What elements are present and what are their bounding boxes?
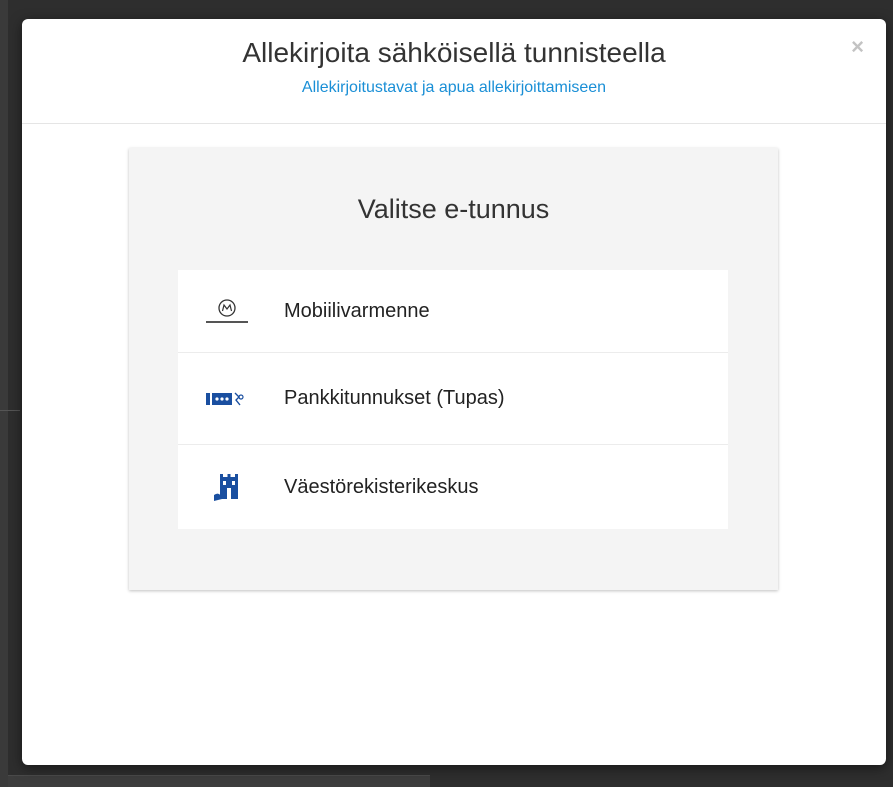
option-vrk[interactable]: Väestörekisterikeskus [178, 445, 728, 529]
close-icon[interactable]: × [851, 36, 864, 58]
option-mobiilivarmenne[interactable]: Mobiilivarmenne [178, 270, 728, 353]
eid-selection-panel: Valitse e-tunnus Mobiilivarmenne Pankkit… [129, 148, 778, 590]
option-label: Pankkitunnukset (Tupas) [284, 387, 505, 409]
tupas-logo-icon [200, 381, 254, 417]
panel-title: Valitse e-tunnus [357, 194, 550, 224]
signing-dialog: Allekirjoita sähköisellä tunnisteella Al… [22, 19, 886, 765]
vrk-logo-icon [200, 469, 254, 505]
option-label: Mobiilivarmenne [284, 299, 430, 322]
eid-option-list: Mobiilivarmenne Pankkitunnukset (Tupas) [178, 270, 728, 529]
option-tupas[interactable]: Pankkitunnukset (Tupas) [178, 353, 728, 445]
backdrop-bottom-bar [8, 775, 430, 787]
option-label: Väestörekisterikeskus [284, 475, 479, 498]
dialog-header: Allekirjoita sähköisellä tunnisteella Al… [22, 19, 886, 124]
help-link[interactable]: Allekirjoitustavat ja apua allekirjoitta… [302, 79, 606, 97]
backdrop-divider [0, 410, 20, 411]
page-backdrop [0, 0, 8, 787]
mobiilivarmenne-logo-icon [200, 293, 254, 329]
dialog-title: Allekirjoita sähköisellä tunnisteella [242, 37, 666, 68]
